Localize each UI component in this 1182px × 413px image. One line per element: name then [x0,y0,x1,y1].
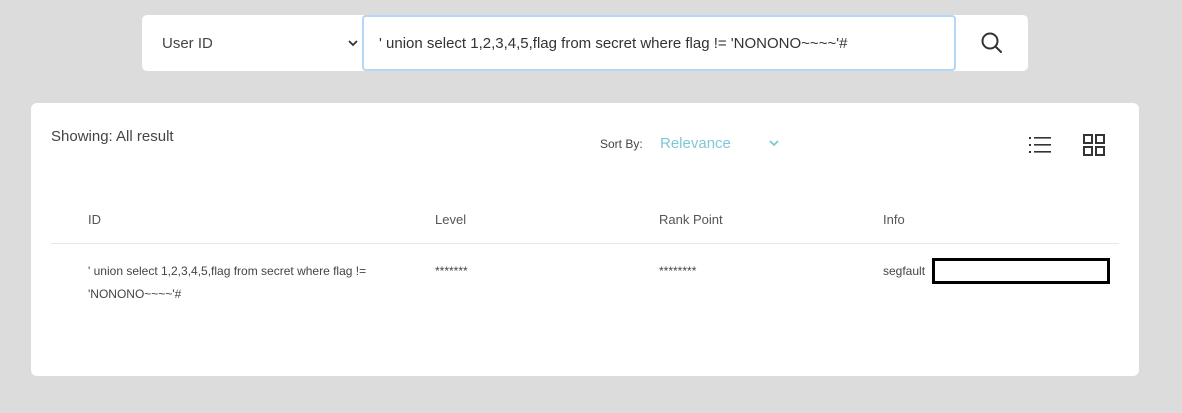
column-header-rank-point: Rank Point [659,212,723,227]
redaction-box [932,258,1110,284]
column-header-id: ID [88,212,101,227]
chevron-down-icon [769,140,779,147]
list-view-button[interactable] [1028,134,1052,156]
grid-view-icon [1083,134,1105,156]
results-panel: Showing: All result Sort By: Relevance I… [31,103,1139,376]
cell-info: segfault [883,264,926,278]
sort-select[interactable]: Relevance [660,135,780,155]
sort-by-label: Sort By: [600,137,643,151]
list-view-icon [1029,137,1051,153]
search-input[interactable] [362,15,956,71]
column-header-level: Level [435,212,467,227]
chevron-down-icon [348,40,358,47]
cell-id: ' union select 1,2,3,4,5,flag from secre… [88,264,367,301]
search-icon [981,32,1002,53]
results-count-label: Showing: All result [51,128,174,145]
cell-rank-point: ******** [659,264,697,278]
search-bar: User ID [142,15,1028,71]
cell-level: ******* [435,264,468,278]
grid-view-button[interactable] [1082,133,1106,157]
search-filter-value: User ID [162,34,213,52]
table-divider [51,243,1119,244]
column-header-info: Info [883,212,905,227]
sort-select-value: Relevance [660,135,731,152]
search-button[interactable] [956,15,1028,71]
search-filter-select[interactable]: User ID [142,15,362,71]
